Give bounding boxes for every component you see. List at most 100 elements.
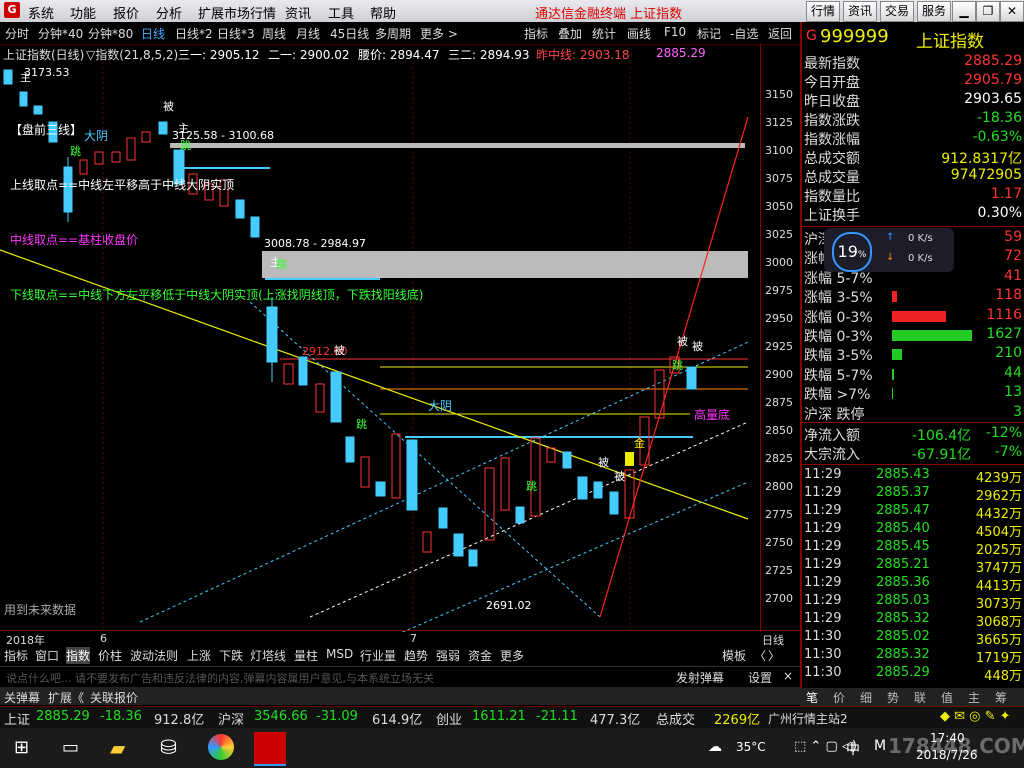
file-explorer-icon[interactable]: ▰ (110, 736, 125, 760)
flow-value: -106.4亿 (912, 428, 972, 444)
period-tab-active[interactable]: 日线 (141, 25, 165, 42)
tab[interactable]: 波动法则 (130, 647, 178, 664)
up-arrow-icon: ↑ (886, 232, 895, 243)
menu-function[interactable]: 功能 (70, 3, 96, 22)
period-tab[interactable]: 分钟*80 (88, 25, 133, 42)
windows-start-icon[interactable]: ⊞ (14, 737, 29, 758)
close-bullet-toggle[interactable]: 关弹幕 (4, 689, 40, 706)
tab[interactable]: 窗口 (35, 647, 59, 664)
menu-news[interactable]: 资讯 (285, 3, 311, 22)
status-label: 总成交 (656, 713, 696, 728)
close-bullet-icon[interactable]: × (783, 669, 793, 683)
trade-button[interactable]: 交易 (880, 1, 914, 22)
tab[interactable]: 强弱 (436, 647, 460, 664)
tab[interactable]: 更多 (500, 647, 524, 664)
flow-row: 净流入额 -106.4亿 -12% (802, 425, 1024, 444)
service-button[interactable]: 服务 (917, 1, 951, 22)
related-quote-toggle[interactable]: 关联报价 (90, 689, 138, 706)
tab-active[interactable]: 指数 (66, 647, 91, 664)
right-tab[interactable]: 势 (887, 689, 899, 706)
period-tab[interactable]: 日线*3 (217, 25, 255, 42)
next-arrow-icon[interactable]: 〉 (768, 647, 780, 664)
y-tick: 2775 (765, 508, 793, 521)
tab[interactable]: MSD (326, 647, 353, 661)
send-bullet-button[interactable]: 发射弹幕 (676, 669, 724, 686)
y-tick: 3000 (765, 256, 793, 269)
browser-icon[interactable] (208, 734, 234, 760)
toolbar-f10[interactable]: F10 (664, 25, 686, 39)
ime-indicator[interactable]: 中 (846, 739, 860, 759)
menu-tools[interactable]: 工具 (328, 3, 354, 22)
tdx-app-icon[interactable] (254, 732, 286, 766)
period-tab[interactable]: 分钟*40 (38, 25, 83, 42)
menu-analysis[interactable]: 分析 (156, 3, 182, 22)
period-tab[interactable]: 分时 (5, 25, 29, 42)
annotation-upper-rule: 上线取点==中线左平移高于中线大阴实顶 (10, 177, 234, 192)
tab[interactable]: 量柱 (294, 647, 318, 664)
right-tab[interactable]: 值 (941, 689, 953, 706)
menu-extended-market[interactable]: 扩展市场行情 (198, 3, 276, 22)
right-tab[interactable]: 筹 (995, 689, 1007, 706)
tab[interactable]: 资金 (468, 647, 492, 664)
download-speed: 0 K/s (908, 253, 933, 264)
toolbar-mark[interactable]: 标记 (697, 25, 721, 42)
settings-button[interactable]: 设置 (748, 669, 772, 686)
menu-system[interactable]: 系统 (28, 3, 54, 22)
period-tab[interactable]: 更多 > (420, 25, 458, 42)
period-tab[interactable]: 多周期 (375, 25, 411, 42)
menu-quote[interactable]: 报价 (113, 3, 139, 22)
tab[interactable]: 指标 (4, 647, 28, 664)
restore-icon[interactable]: ❐ (976, 1, 1000, 22)
period-tab[interactable]: 45日线 (330, 25, 369, 42)
tab[interactable]: 灯塔线 (250, 647, 286, 664)
tab[interactable]: 行业量 (360, 647, 396, 664)
right-tab[interactable]: 笔 (806, 689, 818, 706)
m-icon[interactable]: M (874, 738, 886, 754)
quote-value: 2903.65 (964, 91, 1022, 107)
right-tab[interactable]: 细 (860, 689, 872, 706)
tab[interactable]: 价柱 (98, 647, 122, 664)
kline-chart[interactable]: 3173.53 3125.58 - 3100.68 3008.78 - 2984… (0, 62, 760, 632)
right-tab[interactable]: 价 (833, 689, 845, 706)
prev-arrow-icon[interactable]: 〈 (754, 647, 766, 664)
trade-row: 11:29 2885.21 3747万 (802, 557, 1024, 576)
task-view-icon[interactable]: ▭ (62, 737, 79, 758)
line-value: 昨中线: 2903.18 (536, 48, 630, 62)
price-axis: 3150 3125 3100 3075 3050 3025 3000 2975 … (760, 44, 801, 632)
expand-toggle[interactable]: 扩展《 (48, 689, 84, 706)
annotation-tiao: 跳 (276, 257, 287, 271)
tab[interactable]: 上涨 (187, 647, 211, 664)
trade-row: 11:29 2885.43 4239万 (802, 467, 1024, 486)
store-icon[interactable]: ⛁ (160, 735, 177, 759)
toolbar-back[interactable]: 返回 (768, 25, 792, 42)
dist-value: 118 (995, 287, 1022, 304)
annotation-tiao: 跳 (180, 138, 191, 152)
toolbar-draw[interactable]: 画线 (627, 25, 651, 42)
period-tab[interactable]: 周线 (262, 25, 286, 42)
toolbar-stats[interactable]: 统计 (592, 25, 616, 42)
menu-help[interactable]: 帮助 (370, 3, 396, 22)
period-tab[interactable]: 月线 (296, 25, 320, 42)
quote-button[interactable]: 行情 (806, 1, 840, 22)
trade-price: 2885.45 (876, 539, 930, 554)
toolbar-favorite[interactable]: -自选 (730, 25, 758, 42)
template-button[interactable]: 模板 (722, 647, 746, 664)
trade-time: 11:30 (804, 647, 842, 662)
news-button[interactable]: 资讯 (843, 1, 877, 22)
y-tick: 2750 (765, 536, 793, 549)
tab[interactable]: 趋势 (404, 647, 428, 664)
period-tab[interactable]: 日线*2 (175, 25, 213, 42)
right-tab[interactable]: 主 (968, 689, 980, 706)
trade-price: 2885.40 (876, 521, 930, 536)
y-tick: 2825 (765, 452, 793, 465)
tab[interactable]: 下跌 (219, 647, 243, 664)
dist-bar (892, 310, 946, 322)
dist-label: 跌幅 5-7% (804, 367, 873, 384)
bullet-input[interactable]: 说点什么吧... 请不要发布广告和违反法律的内容,弹幕内容属用户意见,与本系统立… (6, 670, 606, 686)
close-icon[interactable]: ✕ (1000, 1, 1024, 22)
right-tab[interactable]: 联 (914, 689, 926, 706)
flow-pct: -7% (994, 444, 1022, 460)
minimize-icon[interactable]: ▁ (952, 1, 976, 22)
toolbar-overlay[interactable]: 叠加 (558, 25, 582, 42)
toolbar-indicator[interactable]: 指标 (524, 25, 548, 42)
